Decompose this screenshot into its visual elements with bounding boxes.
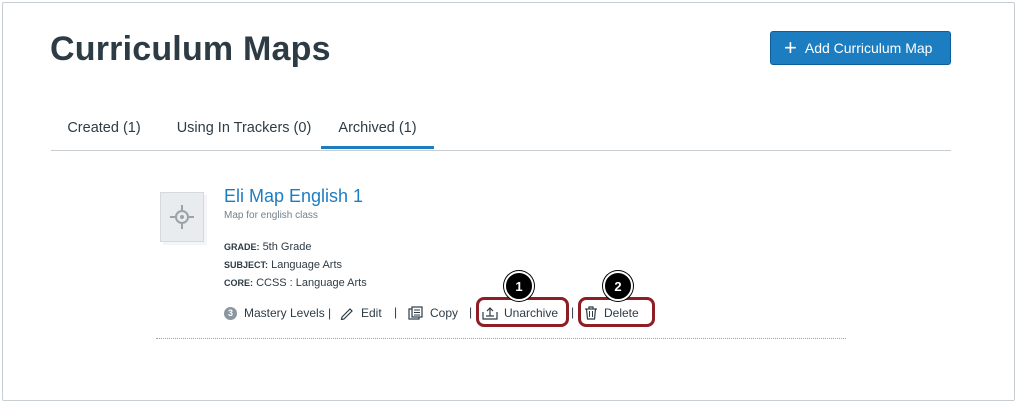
meta-subject-key: SUBJECT:	[224, 260, 269, 270]
callout-2: 2	[603, 271, 633, 301]
add-curriculum-map-button[interactable]: + Add Curriculum Map	[770, 31, 951, 65]
tab-created[interactable]: Created (1)	[51, 108, 157, 149]
meta-grade-value: 5th Grade	[262, 241, 312, 253]
map-thumbnail	[160, 192, 204, 242]
separator: |	[571, 305, 575, 319]
pencil-icon	[340, 308, 353, 320]
unarchive-highlight	[476, 297, 569, 327]
edit-label: Edit	[361, 306, 382, 320]
mastery-count-badge: 3	[224, 306, 237, 320]
page-title: Curriculum Maps	[50, 30, 331, 68]
meta-subject: SUBJECT: Language Arts	[224, 259, 342, 271]
meta-core-value: CCSS : Language Arts	[256, 277, 367, 289]
tab-using-in-trackers[interactable]: Using In Trackers (0)	[163, 108, 325, 149]
compass-icon	[170, 205, 194, 229]
plus-icon: +	[784, 35, 797, 60]
tab-bar: Created (1) Using In Trackers (0) Archiv…	[51, 108, 951, 151]
delete-highlight	[578, 297, 655, 327]
map-description: Map for english class	[224, 210, 318, 221]
mastery-levels-label: Mastery Levels |	[244, 306, 332, 320]
meta-core-key: CORE:	[224, 278, 253, 288]
copy-label: Copy	[430, 306, 459, 320]
callout-1: 1	[504, 271, 534, 301]
separator: |	[394, 305, 398, 319]
edit-button[interactable]: Edit	[340, 302, 382, 324]
meta-subject-value: Language Arts	[271, 259, 343, 271]
copy-icon	[408, 306, 423, 320]
tab-archived[interactable]: Archived (1)	[321, 108, 434, 149]
separator: |	[469, 305, 473, 319]
meta-core: CORE: CCSS : Language Arts	[224, 277, 367, 289]
meta-grade: GRADE: 5th Grade	[224, 241, 311, 253]
copy-button[interactable]: Copy	[408, 302, 458, 324]
mastery-levels-link[interactable]: 3 Mastery Levels |	[224, 302, 331, 324]
add-curriculum-map-label: Add Curriculum Map	[804, 40, 933, 56]
meta-grade-key: GRADE:	[224, 242, 260, 252]
map-title-link[interactable]: Eli Map English 1	[224, 186, 363, 207]
